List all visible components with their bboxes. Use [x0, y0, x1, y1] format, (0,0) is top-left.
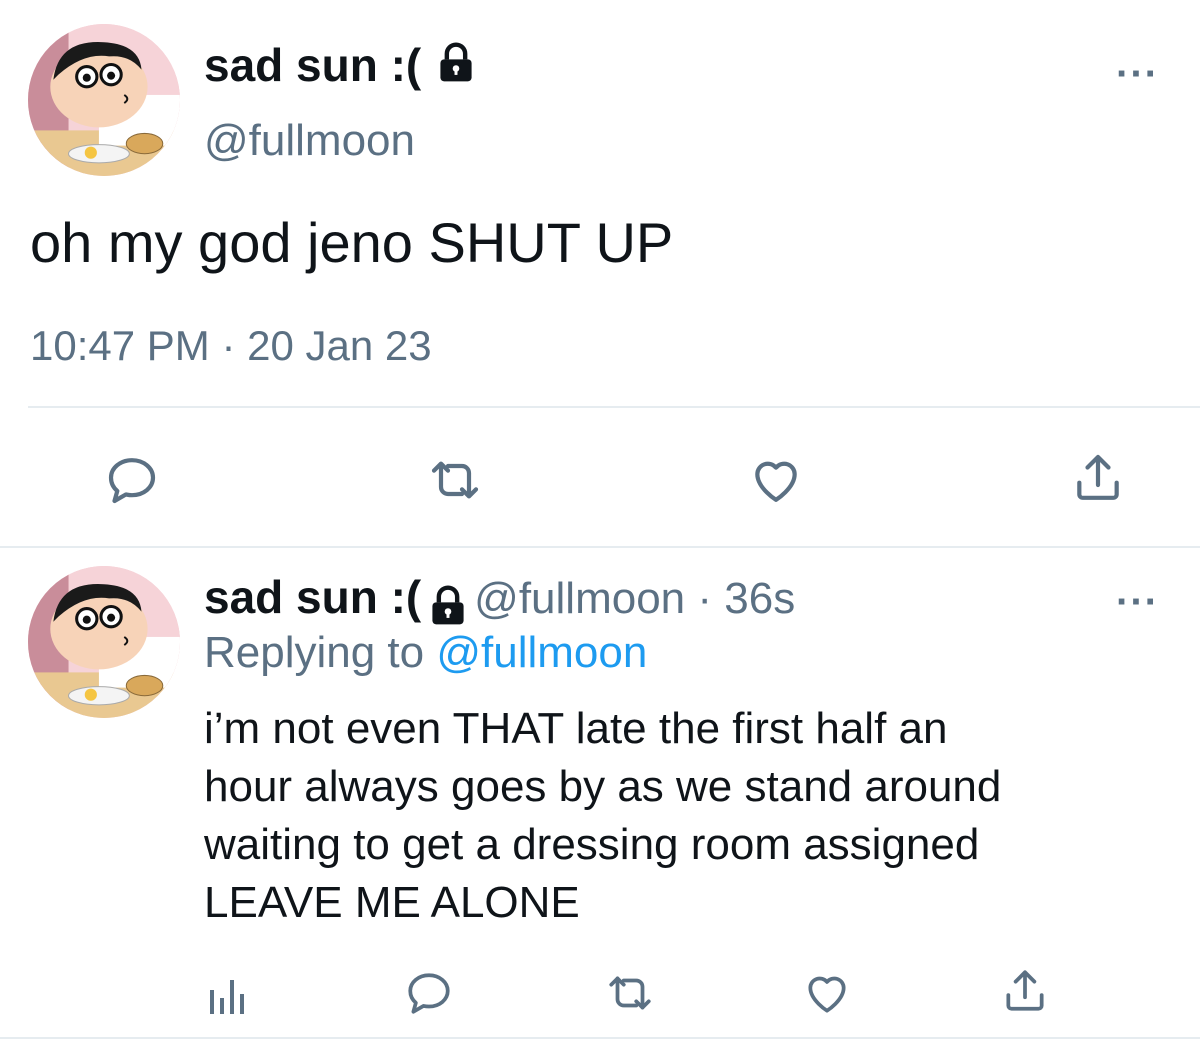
- reply-text-line: LEAVE ME ALONE: [204, 878, 580, 927]
- reply-text-line: waiting to get a dressing room assigned: [204, 820, 980, 869]
- divider: [28, 406, 1200, 408]
- lock-icon: [426, 584, 470, 633]
- like-icon[interactable]: [802, 968, 852, 1018]
- retweet-icon[interactable]: [602, 968, 658, 1018]
- reply-text-line: i’m not even THAT late the first half an: [204, 704, 948, 753]
- like-icon[interactable]: [748, 452, 804, 508]
- reply-author-handle[interactable]: @fullmoon: [474, 574, 685, 623]
- reply-age[interactable]: 36s: [724, 574, 795, 623]
- avatar-image-icon: [28, 566, 180, 718]
- avatar[interactable]: [28, 24, 180, 176]
- analytics-icon[interactable]: [206, 974, 250, 1014]
- share-icon[interactable]: [1000, 966, 1050, 1016]
- author-handle[interactable]: @fullmoon: [204, 116, 415, 166]
- avatar-image-icon: [28, 24, 180, 176]
- tweet-text: oh my god jeno SHUT UP: [30, 211, 674, 274]
- reply-text: i’m not even THAT late the first half an…: [204, 700, 1164, 932]
- divider: [0, 1037, 1200, 1039]
- reply-author-name[interactable]: sad sun :(: [204, 571, 421, 623]
- comment-icon[interactable]: [104, 452, 160, 508]
- replying-to-prefix: Replying to: [204, 628, 437, 677]
- author-name[interactable]: sad sun :(: [204, 38, 478, 96]
- reply-more-options-icon[interactable]: ···: [1116, 580, 1159, 625]
- author-name-text: sad sun :(: [204, 39, 422, 91]
- share-icon[interactable]: [1070, 450, 1126, 506]
- tweet-timestamp[interactable]: 10:47 PM · 20 Jan 23: [30, 322, 432, 370]
- reply-header: sad sun :( @fullmoon · 36s: [204, 570, 795, 633]
- replying-to: Replying to @fullmoon: [204, 628, 647, 678]
- comment-icon[interactable]: [404, 968, 454, 1018]
- lock-icon: [434, 41, 478, 96]
- reply-avatar[interactable]: [28, 566, 180, 718]
- reply-text-line: hour always goes by as we stand around: [204, 762, 1002, 811]
- retweet-icon[interactable]: [424, 452, 486, 508]
- replying-to-handle-link[interactable]: @fullmoon: [436, 628, 647, 677]
- divider: [0, 546, 1200, 548]
- reply-separator: ·: [685, 574, 725, 623]
- more-options-icon[interactable]: ···: [1116, 52, 1159, 97]
